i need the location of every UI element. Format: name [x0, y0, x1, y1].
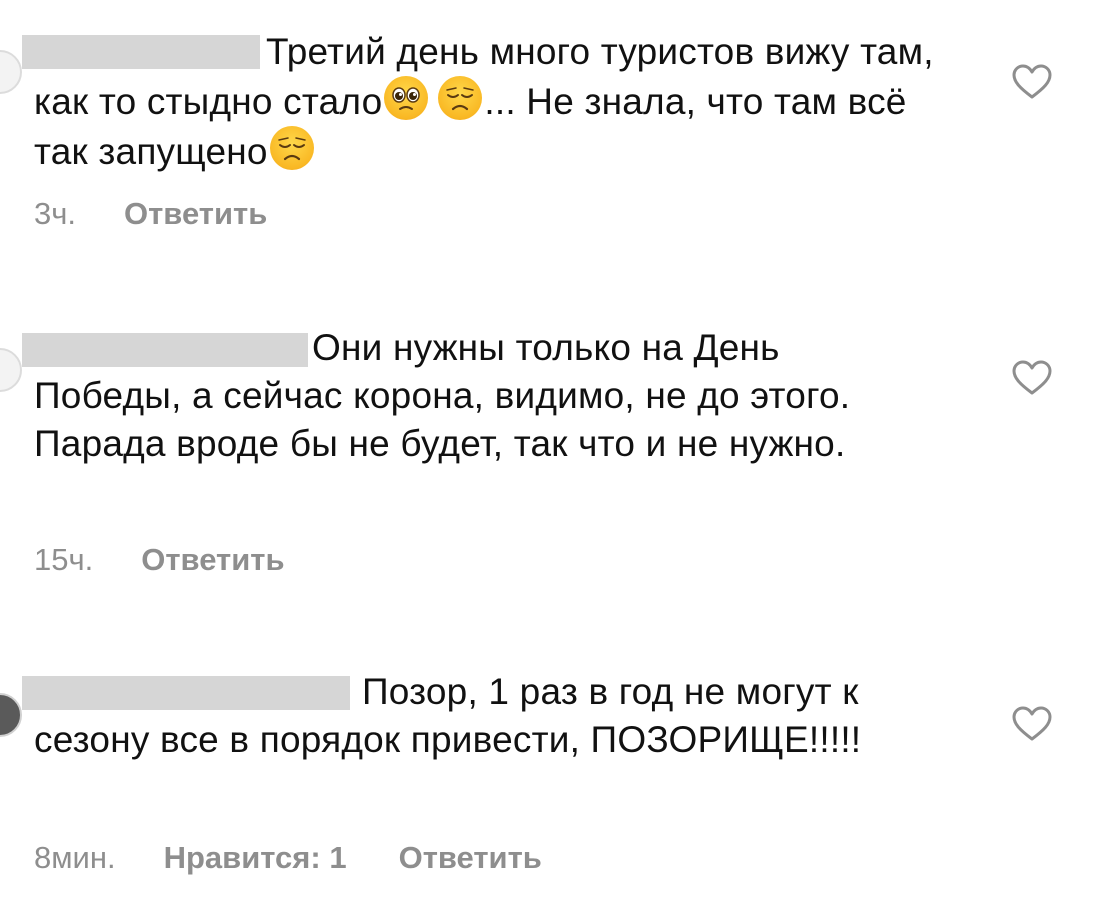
comment-time: 8мин.	[34, 840, 116, 875]
pleading-face-emoji	[384, 76, 429, 120]
comment-meta: 15ч. Ответить	[34, 542, 285, 578]
comment-time: 3ч.	[34, 196, 77, 231]
avatar[interactable]	[0, 348, 22, 392]
like-button[interactable]	[1012, 706, 1052, 742]
heart-outline-icon	[1012, 706, 1052, 741]
heart-outline-icon	[1012, 360, 1052, 395]
avatar[interactable]	[0, 50, 22, 94]
comment-text: Позор, 1 раз в год не могут к сезону все…	[34, 671, 862, 760]
disappointed-face-emoji	[269, 126, 314, 170]
disappointed-face-emoji	[438, 76, 483, 120]
comment-text: Третий день много туристов вижу там, как…	[34, 28, 934, 176]
reply-button[interactable]: Ответить	[141, 542, 284, 577]
reply-button[interactable]: Ответить	[124, 196, 267, 231]
like-button[interactable]	[1012, 360, 1052, 396]
comment-meta: 8мин. Нравится: 1 Ответить	[34, 840, 542, 876]
comment-time: 15ч.	[34, 542, 94, 577]
comment-meta: 3ч. Ответить	[34, 196, 267, 232]
like-button[interactable]	[1012, 64, 1052, 100]
heart-outline-icon	[1012, 64, 1052, 99]
reply-button[interactable]: Ответить	[399, 840, 542, 875]
avatar[interactable]	[0, 693, 22, 737]
likes-count[interactable]: Нравится: 1	[164, 840, 347, 875]
comment-text: Они нужны только на День Победы, а сейча…	[34, 327, 851, 464]
